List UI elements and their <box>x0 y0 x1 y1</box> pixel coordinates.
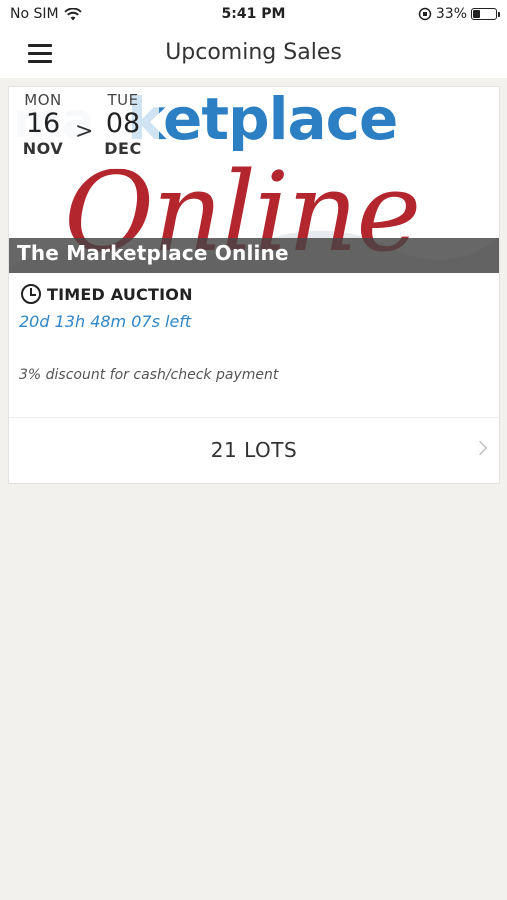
page-title: Upcoming Sales <box>165 40 342 65</box>
clock-icon <box>21 284 41 304</box>
date-range-badge: MON 16 NOV > TUE 08 DEC <box>13 89 159 169</box>
sale-banner-image[interactable]: ma ketplace Online MON 16 NOV > TUE 08 D… <box>9 87 499 273</box>
end-weekday: TUE <box>107 91 139 109</box>
battery-percent: 33% <box>435 6 467 22</box>
sale-title-strip: The Marketplace Online <box>9 238 499 273</box>
end-date: TUE 08 DEC <box>101 91 145 158</box>
lots-count-label: 21 LOTS <box>210 438 298 462</box>
sale-title[interactable]: The Marketplace Online <box>17 241 289 265</box>
date-separator: > <box>75 119 94 144</box>
end-month: DEC <box>104 139 142 158</box>
orientation-lock-icon <box>418 7 432 21</box>
auction-type-label: TIMED AUCTION <box>47 284 193 304</box>
start-day: 16 <box>25 108 61 139</box>
battery-icon <box>471 8 500 20</box>
auction-type: TIMED AUCTION <box>21 284 193 304</box>
start-date: MON 16 NOV <box>21 91 65 158</box>
end-day: 08 <box>105 108 141 139</box>
battery-level <box>473 10 480 18</box>
sale-note: 3% discount for cash/check payment <box>19 367 279 383</box>
battery-group: 33% <box>418 6 500 22</box>
status-bar: No SIM 5:41 PM 33% <box>0 0 507 30</box>
sale-card[interactable]: ma ketplace Online MON 16 NOV > TUE 08 D… <box>8 86 500 484</box>
start-month: NOV <box>22 139 64 158</box>
view-lots-button[interactable]: 21 LOTS <box>9 418 499 484</box>
banner-logo-word: ketplace <box>127 87 398 153</box>
time-remaining: 20d 13h 48m 07s left <box>19 312 192 331</box>
nav-bar: Upcoming Sales <box>0 30 507 78</box>
start-weekday: MON <box>24 91 62 109</box>
